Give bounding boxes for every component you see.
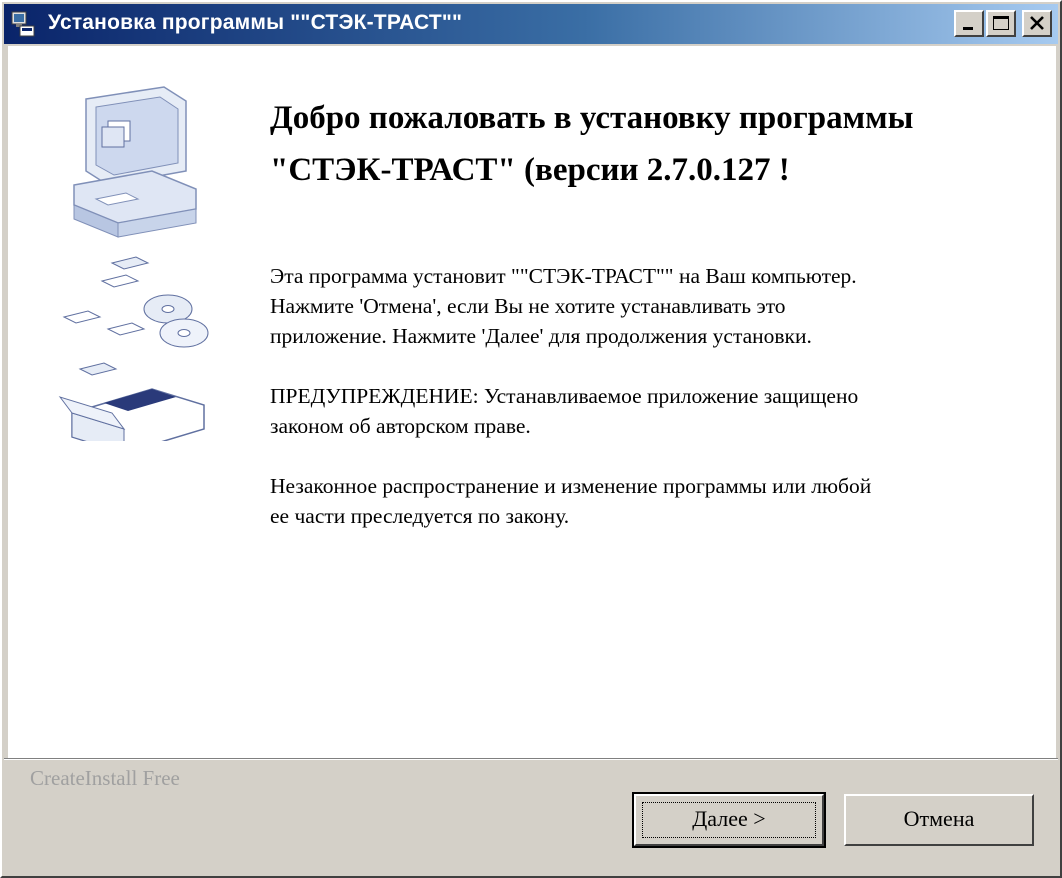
cancel-button[interactable]: Отмена xyxy=(844,794,1034,846)
minimize-icon xyxy=(963,27,973,30)
installer-brand: CreateInstall Free xyxy=(30,766,180,790)
legal-notice: Незаконное распространение и изменение п… xyxy=(270,471,1030,531)
cancel-button-label: Отмена xyxy=(903,806,975,831)
description-line: Эта программа установит ""СТЭК-ТРАСТ"" н… xyxy=(270,264,857,288)
focus-rect xyxy=(642,802,816,838)
maximize-button[interactable] xyxy=(986,10,1016,37)
separator xyxy=(4,758,1058,760)
warning-line: законом об авторском праве. xyxy=(270,414,531,438)
install-description: Эта программа установит ""СТЭК-ТРАСТ"" н… xyxy=(270,261,1030,351)
content-panel: Добро пожаловать в установку программы "… xyxy=(8,46,1056,758)
description-line: приложение. Нажмите 'Далее' для продолже… xyxy=(270,324,812,348)
close-button[interactable] xyxy=(1022,10,1052,37)
close-icon xyxy=(1030,16,1044,30)
maximize-icon xyxy=(993,16,1009,30)
legal-line: ее части преследуется по закону. xyxy=(270,504,570,528)
button-bar: CreateInstall Free Далее > Отмена xyxy=(4,758,1058,874)
legal-line: Незаконное распространение и изменение п… xyxy=(270,474,872,498)
window-title: Установка программы ""СТЭК-ТРАСТ"" xyxy=(48,11,463,34)
warning-line: ПРЕДУПРЕЖДЕНИЕ: Устанавливаемое приложен… xyxy=(270,384,859,408)
welcome-title: Добро пожаловать в установку программы "… xyxy=(270,100,914,188)
description-line: Нажмите 'Отмена', если Вы не хотите уста… xyxy=(270,294,786,318)
minimize-button[interactable] xyxy=(954,10,984,37)
copyright-warning: ПРЕДУПРЕЖДЕНИЕ: Устанавливаемое приложен… xyxy=(270,381,1030,441)
computer-disks-illustration xyxy=(58,86,209,441)
title-bar[interactable]: Установка программы ""СТЭК-ТРАСТ"" xyxy=(4,4,1058,44)
next-button[interactable]: Далее > xyxy=(632,792,826,848)
installer-window: Установка программы ""СТЭК-ТРАСТ"" Добро… xyxy=(0,0,1062,878)
installer-app-icon xyxy=(11,11,35,37)
